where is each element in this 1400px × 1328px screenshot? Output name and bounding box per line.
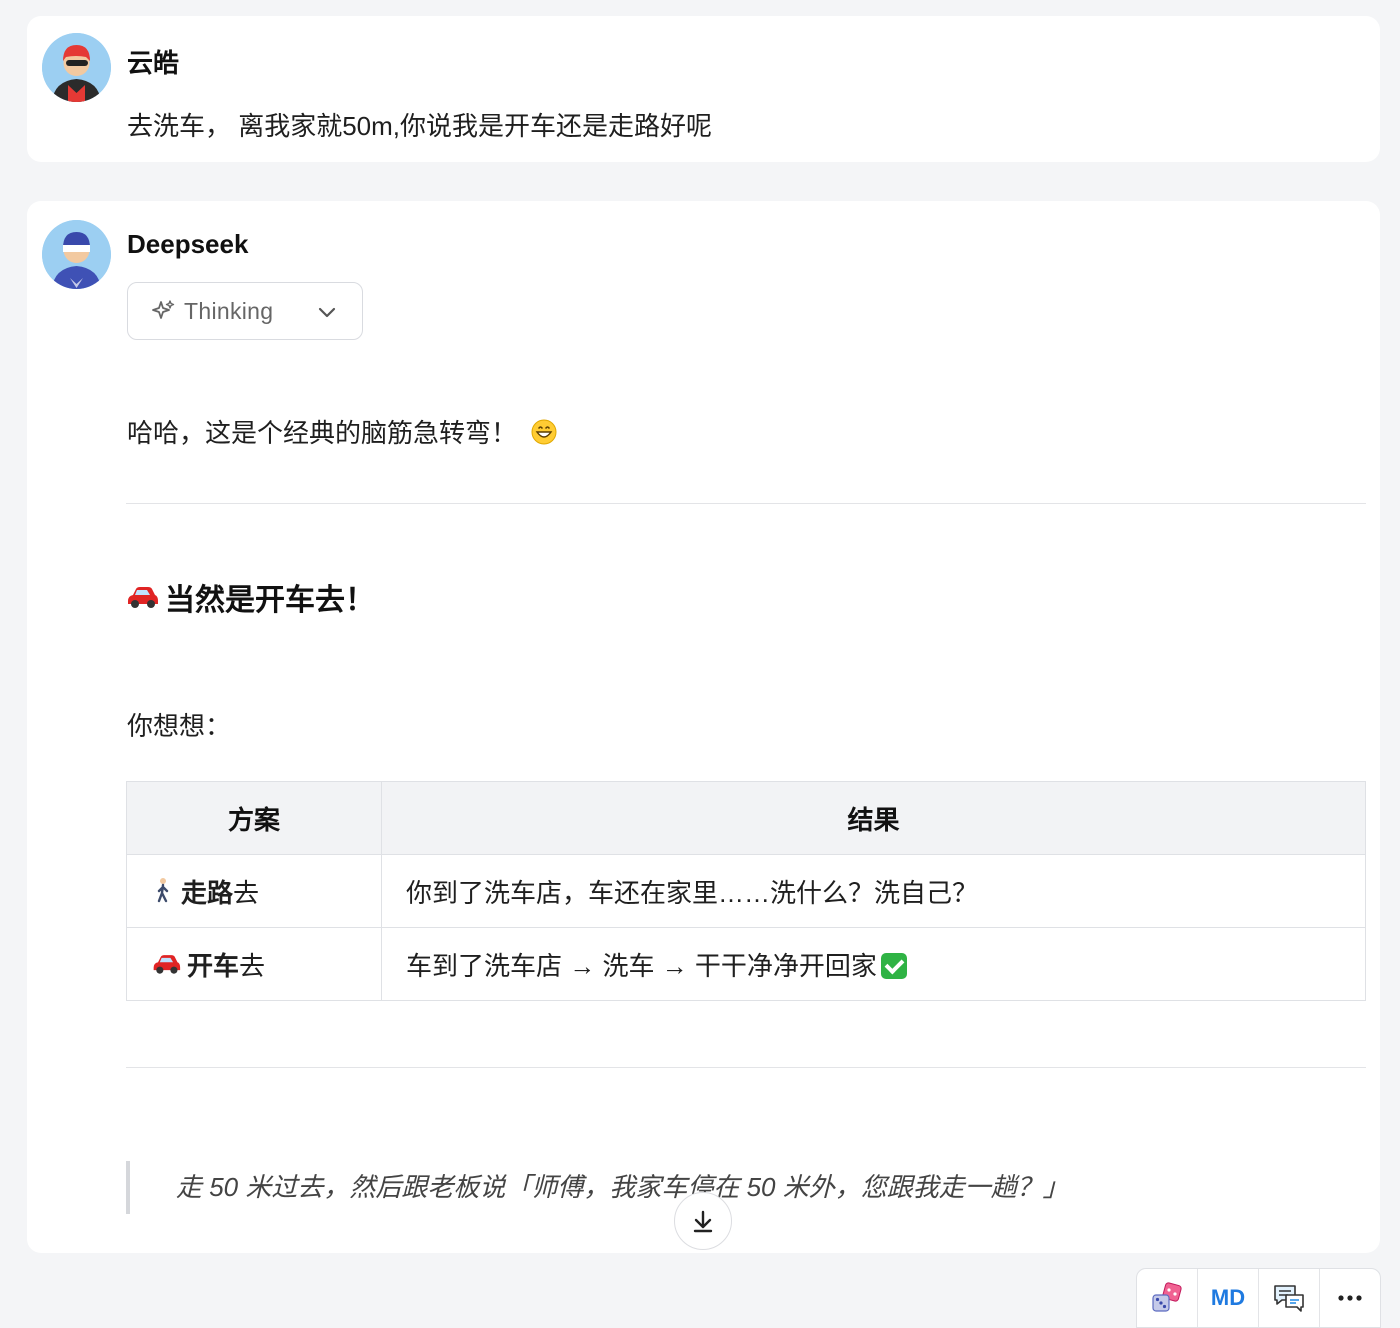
person-walking-emoji <box>157 878 169 903</box>
assistant-intro: 哈哈，这是个经典的脑筋急转弯！ <box>127 413 557 450</box>
user-name: 云皓 <box>127 48 180 78</box>
user-message-card: 云皓 去洗车， 离我家就50m,你说我是开车还是走路好呢 <box>27 16 1380 162</box>
arrow-down-icon <box>693 1210 713 1233</box>
assistant-avatar <box>42 220 111 289</box>
answer-quote: 走 50 米过去，然后跟老板说「师傅，我家车停在 50 米外，您跟我走一趟？」 <box>126 1161 1069 1214</box>
user-avatar <box>42 33 111 102</box>
thinking-label: Thinking <box>184 297 274 324</box>
assistant-name: Deepseek <box>127 229 249 259</box>
table-row: 开车去 车到了洗车店 → 洗车 → 干干净净开回家 <box>126 927 1366 1001</box>
dice-button[interactable] <box>1137 1269 1198 1327</box>
table-header-cell: 结果 <box>381 781 1366 855</box>
comparison-table: 方案 结果 走路去 你到了洗车店，车还在家里……洗什么？洗自己？ 开车 去 车到… <box>126 781 1366 1001</box>
option-drive-bold: 开车 <box>187 950 240 981</box>
markdown-button[interactable]: MD <box>1198 1269 1259 1327</box>
answer-heading-text: 当然是开车去！ <box>165 584 375 617</box>
dice-icon <box>1152 1282 1182 1312</box>
message-toolbar: MD <box>1136 1268 1381 1328</box>
table-cell-result: 车到了洗车店 → 洗车 → 干干净净开回家 <box>381 927 1366 1001</box>
markdown-label: MD <box>1210 1285 1246 1310</box>
table-header-row: 方案 结果 <box>126 781 1366 855</box>
assistant-message-card: Deepseek Thinking 哈哈，这是个经典的脑筋急转弯！ 当然是开车去… <box>27 201 1380 1253</box>
red-car-emoji <box>153 955 181 974</box>
table-header-cell: 方案 <box>126 781 382 855</box>
divider-top <box>126 503 1366 504</box>
check-mark-button-emoji <box>880 952 907 979</box>
table-cell-option: 开车去 <box>126 927 382 1001</box>
user-message-text: 去洗车， 离我家就50m,你说我是开车还是走路好呢 <box>127 111 713 141</box>
option-walk-bold: 走路 <box>181 877 234 908</box>
chevron-down-icon <box>318 307 336 318</box>
answer-heading: 当然是开车去！ <box>125 575 375 619</box>
divider-bottom <box>126 1067 1366 1068</box>
assistant-intro-text: 哈哈，这是个经典的脑筋急转弯！ <box>127 418 518 448</box>
red-car-emoji <box>128 587 158 608</box>
option-drive-rest: 去 <box>239 950 266 981</box>
table-cell-result: 你到了洗车店，车还在家里……洗什么？洗自己？ <box>381 854 1366 928</box>
thinking-toggle-button[interactable]: Thinking <box>127 282 363 340</box>
result-drive-text: 车到了洗车店 → 洗车 → 干干净净开回家 <box>406 950 877 981</box>
chat-bubbles-icon <box>1274 1285 1304 1312</box>
scroll-to-bottom-button[interactable] <box>674 1192 732 1250</box>
table-cell-option: 走路去 <box>126 854 382 928</box>
grinning-face-emoji <box>531 419 557 444</box>
more-options-button[interactable] <box>1320 1269 1380 1327</box>
more-dots-icon <box>1338 1295 1362 1301</box>
option-walk-rest: 去 <box>233 877 260 908</box>
chat-button[interactable] <box>1259 1269 1320 1327</box>
table-row: 走路去 你到了洗车店，车还在家里……洗什么？洗自己？ <box>126 854 1366 928</box>
answer-lead: 你想想： <box>127 711 232 741</box>
sparkle-icon <box>152 300 175 319</box>
